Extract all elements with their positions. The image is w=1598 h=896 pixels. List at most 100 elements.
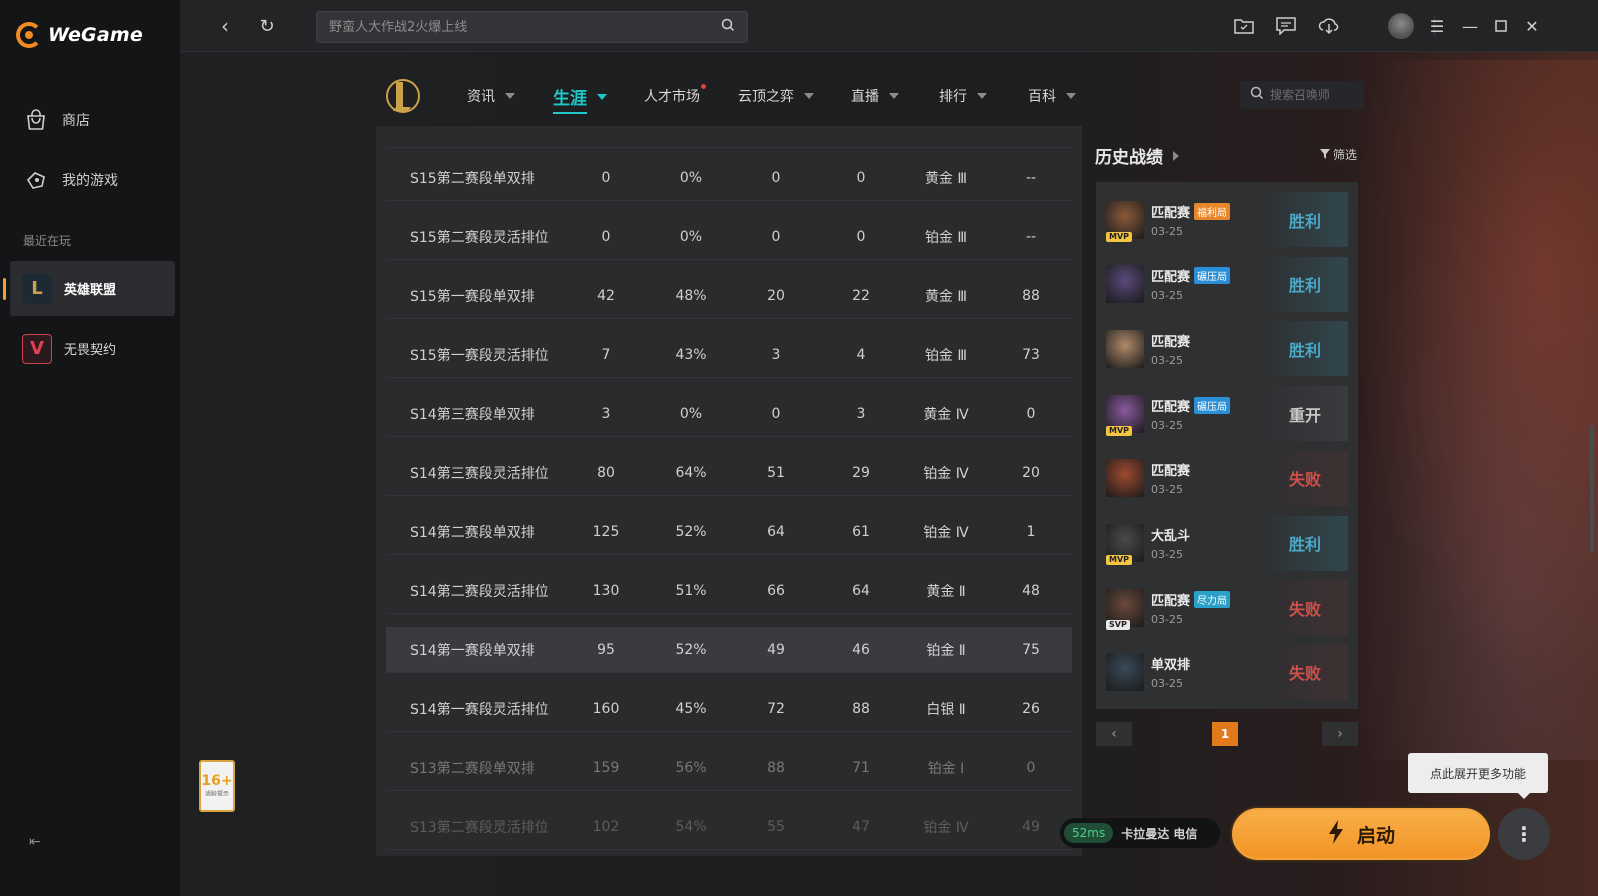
match-tag-badge: 碾压局 xyxy=(1194,396,1231,414)
table-cell-games: 125 xyxy=(592,523,620,540)
match-date: 03-25 xyxy=(1151,483,1183,497)
match-history-item[interactable]: 匹配赛 03-25 失败 xyxy=(1106,450,1348,506)
table-row[interactable]: S15第一赛段灵活排位 7 43% 3 4 铂金 Ⅲ 73 xyxy=(386,332,1072,378)
recent-games-title: 最近在玩 xyxy=(23,234,72,248)
table-cell-games: 3 xyxy=(601,405,611,422)
message-icon[interactable] xyxy=(1274,14,1298,38)
table-row[interactable]: S15第二赛段灵活排位 0 0% 0 0 铂金 Ⅲ -- xyxy=(386,214,1072,260)
more-options-button[interactable]: ⋮ xyxy=(1498,808,1550,860)
refresh-icon[interactable]: ↻ xyxy=(254,13,280,39)
match-mode: 匹配赛 xyxy=(1151,593,1191,609)
table-cell-wins: 49 xyxy=(767,641,785,658)
wegame-logo[interactable]: WeGame xyxy=(16,22,143,48)
next-page-button[interactable]: › xyxy=(1322,722,1358,746)
table-cell-games: 7 xyxy=(601,346,611,363)
maximize-icon[interactable] xyxy=(1489,14,1513,38)
match-history-item[interactable]: MVP 匹配赛 福利局 03-25 胜利 xyxy=(1106,192,1348,247)
table-cell-losses: 88 xyxy=(852,700,870,717)
table-row-partial xyxy=(386,126,1072,148)
match-history-title[interactable]: 历史战绩 xyxy=(1095,143,1179,168)
table-row[interactable]: S15第一赛段单双排 42 48% 20 22 黄金 Ⅲ 88 xyxy=(386,273,1072,319)
page-number-button[interactable]: 1 xyxy=(1212,722,1238,746)
match-history-item[interactable]: 单双排 03-25 失败 xyxy=(1106,644,1348,700)
champion-avatar xyxy=(1106,459,1144,498)
tab-career[interactable]: 生涯 xyxy=(553,84,607,114)
search-icon[interactable] xyxy=(721,18,735,36)
table-row[interactable]: S14第三赛段单双排 3 0% 0 3 黄金 Ⅳ 0 xyxy=(386,391,1072,437)
back-arrow-icon[interactable]: ‹ xyxy=(212,13,238,39)
sidebar-item-my-games[interactable]: 我的游戏 xyxy=(10,154,175,206)
sidebar-game-lol[interactable]: L 英雄联盟 xyxy=(3,261,175,316)
tab-live[interactable]: 直播 xyxy=(851,86,899,106)
age-rating-badge[interactable]: 16+ 适龄提示 xyxy=(199,760,235,812)
tab-news[interactable]: 资讯 xyxy=(467,86,515,106)
table-cell-tier: 铂金 Ⅲ xyxy=(924,229,968,246)
mvp-badge: MVP xyxy=(1106,555,1133,565)
user-avatar[interactable] xyxy=(1388,13,1414,39)
folder-icon[interactable] xyxy=(1232,14,1256,38)
table-cell-season: S14第三赛段单双排 xyxy=(410,406,535,423)
champion-avatar: MVP xyxy=(1106,394,1144,436)
summoner-search-box[interactable] xyxy=(1240,81,1364,109)
table-cell-season: S14第二赛段单双排 xyxy=(410,524,535,541)
sidebar-game-valorant[interactable]: V 无畏契约 xyxy=(10,321,175,376)
table-cell-lp: -- xyxy=(1025,169,1037,186)
menu-icon[interactable]: ☰ xyxy=(1425,14,1449,38)
close-icon[interactable]: ✕ xyxy=(1520,14,1544,38)
match-mode: 单双排 xyxy=(1151,658,1191,674)
table-cell-tier: 黄金 Ⅱ xyxy=(926,583,966,600)
ranked-seasons-table: S15第二赛段单双排 0 0% 0 0 黄金 Ⅲ -- S15第二赛段灵活排位 0 0% 0 0 铂金 … xyxy=(376,126,1082,856)
table-cell-winrate: 52% xyxy=(675,523,707,540)
minimize-icon[interactable]: — xyxy=(1458,14,1482,38)
tab-ranking[interactable]: 排行 xyxy=(939,86,987,106)
table-cell-wins: 55 xyxy=(767,818,785,835)
collapse-sidebar-icon[interactable]: ⇤ xyxy=(29,834,47,852)
server-status[interactable]: 52ms 卡拉曼达 电信 xyxy=(1060,818,1220,848)
page-scrollbar[interactable] xyxy=(1590,425,1594,553)
table-cell-wins: 66 xyxy=(767,582,785,599)
table-cell-lp: 49 xyxy=(1022,818,1040,835)
table-row[interactable]: S14第一赛段单双排 95 52% 49 46 铂金 Ⅱ 75 xyxy=(386,627,1072,673)
match-result: 失败 xyxy=(1262,450,1348,506)
match-date: 03-25 xyxy=(1151,353,1183,367)
table-cell-season: S15第二赛段灵活排位 xyxy=(410,229,549,246)
match-history-item[interactable]: MVP 大乱斗 03-25 胜利 xyxy=(1106,515,1348,571)
match-date: 03-25 xyxy=(1151,677,1183,691)
match-result: 失败 xyxy=(1262,644,1348,700)
table-row[interactable]: S13第二赛段灵活排位 102 54% 55 47 铂金 Ⅳ 49 xyxy=(386,804,1072,850)
sidebar-item-shop[interactable]: 商店 xyxy=(10,94,175,146)
chevron-down-icon xyxy=(977,93,987,99)
download-icon[interactable] xyxy=(1317,14,1341,38)
table-cell-lp: 88 xyxy=(1022,287,1040,304)
chevron-down-icon xyxy=(804,93,814,99)
table-cell-lp: 26 xyxy=(1022,700,1040,717)
match-history-item[interactable]: MVP 匹配赛 碾压局 03-25 重开 xyxy=(1106,386,1348,442)
prev-page-button[interactable]: ‹ xyxy=(1096,722,1132,746)
match-date: 03-25 xyxy=(1151,548,1183,561)
table-row[interactable]: S13第二赛段单双排 159 56% 88 71 铂金 Ⅰ 0 xyxy=(386,745,1072,791)
match-history-item[interactable]: SVP 匹配赛 尽力局 03-25 失败 xyxy=(1106,580,1348,636)
tab-wiki[interactable]: 百科 xyxy=(1028,86,1076,106)
filter-button[interactable]: 筛选 xyxy=(1320,146,1357,163)
global-search-input[interactable] xyxy=(329,19,709,35)
match-history-item[interactable]: 匹配赛 碾压局 03-25 胜利 xyxy=(1106,256,1348,312)
table-row[interactable]: S14第二赛段单双排 125 52% 64 61 铂金 Ⅳ 1 xyxy=(386,509,1072,555)
table-row[interactable]: S15第二赛段单双排 0 0% 0 0 黄金 Ⅲ -- xyxy=(386,155,1072,201)
table-cell-losses: 61 xyxy=(852,523,870,540)
table-cell-winrate: 0% xyxy=(679,169,703,186)
match-history-item[interactable]: 匹配赛 03-25 胜利 xyxy=(1106,321,1348,377)
lol-logo-icon[interactable] xyxy=(385,76,421,116)
table-row[interactable]: S14第三赛段灵活排位 80 64% 51 29 铂金 Ⅳ 20 xyxy=(386,450,1072,496)
tab-tft[interactable]: 云顶之弈 xyxy=(738,86,814,106)
chevron-right-icon xyxy=(1173,150,1179,161)
launch-button[interactable]: 启动 xyxy=(1230,806,1492,862)
champion-avatar: MVP xyxy=(1106,524,1144,565)
tab-talent-market[interactable]: 人才市场 xyxy=(644,84,706,106)
global-search-box[interactable] xyxy=(316,11,748,43)
table-row[interactable]: S14第一赛段灵活排位 160 45% 72 88 白银 Ⅱ 26 xyxy=(386,686,1072,732)
match-tag-badge: 碾压局 xyxy=(1194,267,1231,285)
table-row[interactable]: S14第二赛段灵活排位 130 51% 66 64 黄金 Ⅱ 48 xyxy=(386,568,1072,614)
table-cell-lp: 1 xyxy=(1026,523,1036,540)
match-date: 03-25 xyxy=(1151,289,1183,303)
summoner-search-input[interactable] xyxy=(1270,88,1360,102)
